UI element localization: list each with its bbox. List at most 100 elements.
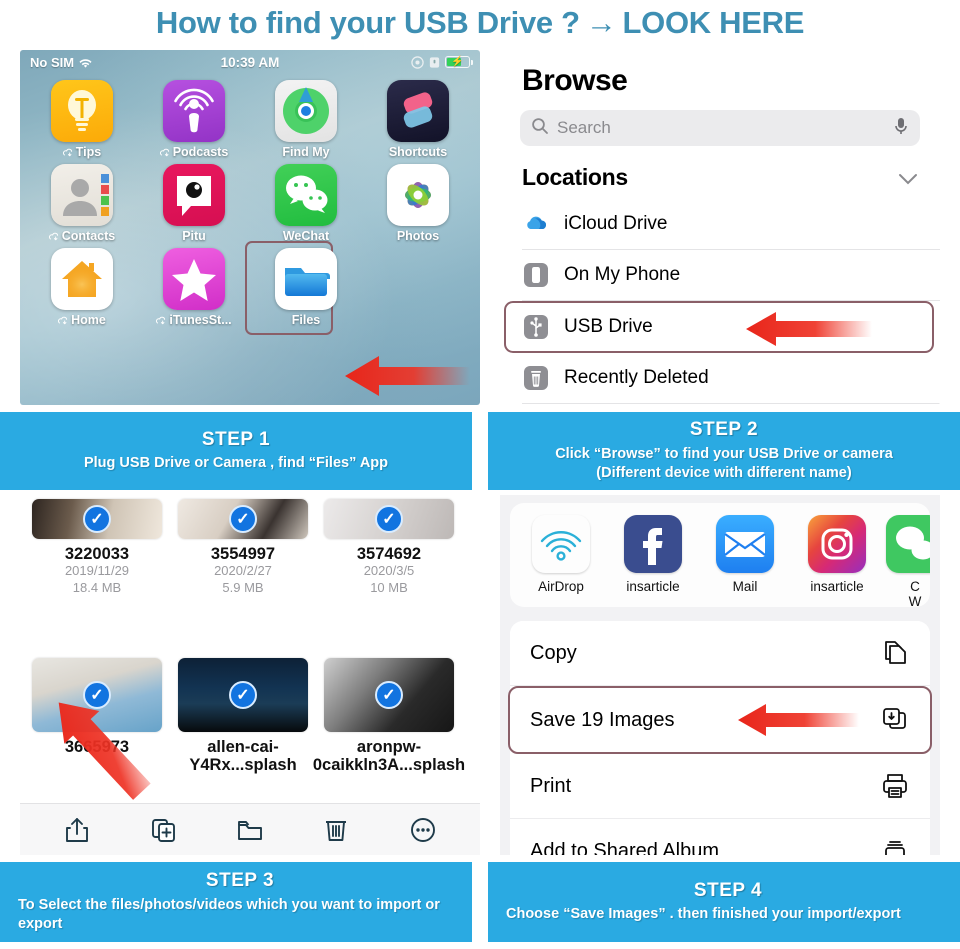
selected-check-icon: ✓ (375, 505, 403, 533)
duplicate-icon[interactable] (151, 816, 177, 844)
app-row: Contacts Pitu WeChat Photos (34, 164, 466, 243)
shared-album-icon (880, 836, 910, 855)
app-itunes-store[interactable]: iTunesSt... (146, 248, 242, 327)
app-wechat[interactable]: WeChat (258, 164, 354, 243)
selected-check-icon: ✓ (83, 680, 111, 709)
step-3-title: STEP 3 (205, 869, 275, 891)
action-label: Save 19 Images (530, 708, 675, 731)
files-selection-panel: ✓ 3220033 2019/11/29 18.4 MB ✓ 3554997 2… (20, 495, 480, 855)
action-save-images[interactable]: Save 19 Images (508, 686, 932, 754)
location-row-icloud-drive[interactable]: iCloud Drive (522, 199, 940, 250)
chevron-down-icon[interactable] (898, 164, 918, 191)
page-title-after: LOOK HERE (622, 5, 805, 40)
location-row-on-my-phone[interactable]: On My Phone (522, 250, 940, 301)
icloud-download-icon (62, 147, 74, 158)
wechat-icon (275, 164, 337, 226)
app-row: Tips Podcasts Find My Shortcuts (34, 80, 466, 159)
share-target-facebook[interactable]: insarticle (616, 515, 690, 595)
files-icon (275, 248, 337, 310)
locations-section-header[interactable]: Locations (500, 146, 940, 199)
file-size: 18.4 MB (72, 579, 122, 595)
search-input[interactable]: Search (520, 110, 920, 146)
status-bar-right: ⚡ (411, 55, 473, 69)
location-row-recently-deleted[interactable]: Recently Deleted (522, 353, 940, 404)
share-target-airdrop[interactable]: AirDrop (524, 515, 598, 595)
action-print[interactable]: Print (510, 754, 930, 819)
app-label: Tips (75, 145, 102, 159)
file-item[interactable]: ✓ 3554997 2020/2/27 5.9 MB (174, 499, 312, 596)
shortcuts-icon (387, 80, 449, 142)
share-target-label: insarticle (626, 579, 680, 594)
share-icon[interactable] (64, 816, 90, 844)
app-contacts[interactable]: Contacts (34, 164, 130, 243)
app-label-wrap: Find My (282, 145, 329, 159)
podcasts-icon (163, 80, 225, 142)
wifi-icon (79, 57, 92, 68)
step-4-banner: STEP 4 Choose “Save Images” . then finis… (488, 862, 960, 942)
microphone-icon[interactable] (893, 116, 909, 141)
app-files[interactable]: Files (245, 241, 354, 335)
share-target-mail[interactable]: Mail (708, 515, 782, 595)
file-item[interactable]: ✓ aronpw-0caikkln3A...splash (313, 657, 465, 775)
app-podcasts[interactable]: Podcasts (146, 80, 242, 159)
file-thumbnail: ✓ (178, 499, 308, 539)
save-images-icon (880, 705, 910, 735)
iphone-icon (522, 261, 550, 289)
app-label-wrap: Tips (62, 145, 102, 159)
app-label: iTunesSt... (169, 313, 232, 327)
action-copy[interactable]: Copy (510, 621, 930, 686)
step-1-banner: STEP 1 Plug USB Drive or Camera , find “… (0, 412, 472, 490)
file-date: 2020/2/27 (214, 563, 272, 579)
folder-icon[interactable] (237, 816, 263, 844)
file-name: 3574692 (356, 545, 422, 563)
app-empty-slot (370, 248, 466, 327)
share-target-label: C W (908, 579, 922, 607)
step-1-desc: Plug USB Drive or Camera , find “Files” … (83, 455, 389, 472)
app-label: Podcasts (172, 145, 229, 159)
app-tips[interactable]: Tips (34, 80, 130, 159)
copy-icon (880, 638, 910, 668)
file-item[interactable]: ✓ 3574692 2020/3/5 10 MB (320, 499, 458, 596)
file-name: aronpw-0caikkln3A...splash (312, 737, 466, 775)
app-label: Contacts (61, 229, 116, 243)
file-item[interactable]: ✓ 3665973 (28, 657, 166, 775)
more-icon[interactable] (410, 816, 436, 844)
file-item[interactable]: ✓ 3220033 2019/11/29 18.4 MB (28, 499, 166, 596)
file-item[interactable]: ✓ allen-cai-Y4Rx...splash (174, 657, 312, 775)
step-4-desc: Choose “Save Images” . then finished you… (506, 906, 901, 923)
share-actions-list: Copy Save 19 Images Print Add to Shared … (508, 621, 932, 855)
app-label-wrap: Podcasts (159, 145, 229, 159)
file-thumbnail: ✓ (32, 657, 162, 732)
icloud-download-icon (159, 147, 171, 158)
location-row-usb-drive[interactable]: USB Drive (504, 301, 934, 353)
app-pitu[interactable]: Pitu (146, 164, 242, 243)
step-1-title: STEP 1 (201, 428, 271, 450)
app-row: Home iTunesSt... Files (34, 241, 466, 335)
red-arrow-usb-drive (746, 308, 876, 356)
red-arrow-files (345, 350, 475, 405)
search-icon (531, 117, 549, 140)
share-target-instagram[interactable]: insarticle (800, 515, 874, 595)
trash-icon[interactable] (323, 816, 349, 844)
step-4-title: STEP 4 (693, 879, 763, 901)
share-apps-row: AirDrop insarticle Mail insarticle C W (510, 503, 930, 607)
app-label: Find My (282, 145, 330, 159)
file-thumbnail: ✓ (324, 499, 454, 539)
status-bar: No SIM 10:39 AM ⚡ (20, 50, 480, 74)
app-photos[interactable]: Photos (370, 164, 466, 243)
file-name: 3220033 (64, 545, 130, 563)
file-size: 5.9 MB (222, 579, 264, 595)
file-row: ✓ 3220033 2019/11/29 18.4 MB ✓ 3554997 2… (20, 495, 480, 596)
app-home[interactable]: Home (34, 248, 130, 327)
selected-check-icon: ✓ (83, 505, 111, 533)
app-shortcuts[interactable]: Shortcuts (370, 80, 466, 159)
red-arrow-save-images (738, 701, 863, 745)
app-label-wrap: iTunesSt... (156, 313, 232, 327)
location-label: On My Phone (564, 264, 681, 285)
locations-label: Locations (522, 164, 628, 190)
action-add-to-shared-album[interactable]: Add to Shared Album (510, 819, 930, 855)
contacts-icon (51, 164, 113, 226)
app-find-my[interactable]: Find My (258, 80, 354, 159)
facebook-icon (624, 515, 682, 573)
share-target-wechat[interactable]: C W (886, 515, 930, 607)
